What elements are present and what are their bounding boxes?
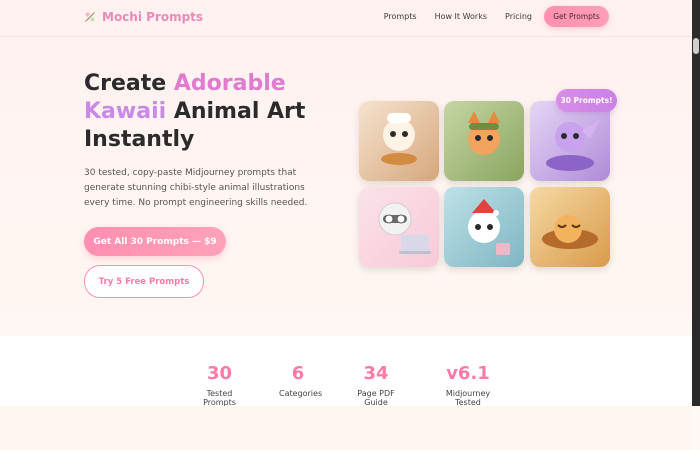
stat-value: 34	[363, 363, 389, 384]
stat-label: Tested Prompts	[203, 389, 236, 407]
chef-cat-illustration	[381, 113, 417, 165]
hero-title-part-3: Instantly	[84, 127, 195, 152]
purple-dragon-illustration	[546, 119, 600, 171]
hero-title-part-1: Create	[84, 71, 174, 96]
stat-label: Categories	[279, 389, 323, 398]
forest-fox-illustration	[468, 111, 500, 155]
try-free-prompts-button[interactable]: Try 5 Free Prompts	[84, 265, 204, 298]
mochi-icon	[85, 12, 95, 22]
stat-value: 30	[206, 363, 233, 384]
scrollbar-thumb[interactable]	[693, 38, 699, 54]
brand-logo[interactable]: Mochi Prompts	[84, 10, 203, 24]
hero-subtitle: 30 tested, copy-paste Midjourney prompts…	[84, 168, 308, 208]
stats-section: 30 Tested Prompts 6 Categories 34 Page P…	[0, 336, 692, 407]
gallery-tile-forest-fox[interactable]	[444, 101, 524, 181]
stat-categories: 6 Categories	[279, 336, 323, 398]
hero-title-accent-2: Kawaii	[84, 99, 167, 124]
gallery-tile-santa-bunny[interactable]	[444, 187, 524, 267]
vertical-scrollbar[interactable]	[692, 0, 700, 406]
buy-all-prompts-button[interactable]: Get All 30 Prompts — $9	[84, 227, 226, 256]
santa-bunny-illustration	[468, 199, 510, 255]
get-prompts-button[interactable]: Get Prompts	[544, 6, 609, 27]
nav-link-prompts[interactable]: Prompts	[384, 12, 417, 21]
top-nav: Mochi Prompts Prompts How It Works Prici…	[0, 0, 692, 37]
hero-title-part-2: Animal Art	[166, 99, 306, 124]
next-section-peek	[0, 406, 692, 450]
stat-label: Midjourney Tested	[445, 389, 491, 407]
art-gallery	[359, 101, 611, 269]
gallery-tile-sleeping-kitten[interactable]	[530, 187, 610, 267]
stat-label: Page PDF Guide	[357, 389, 395, 407]
gallery-tile-chef-cat[interactable]	[359, 101, 439, 181]
stat-value: 6	[291, 363, 305, 384]
gallery-tile-raccoon-laptop[interactable]	[359, 187, 439, 267]
nav-links: Prompts How It Works Pricing	[384, 12, 532, 21]
stat-value: v6.1	[446, 363, 490, 384]
hero-title: Create Adorable Kawaii Animal Art Instan…	[84, 70, 344, 154]
stat-page-pdf-guide: 34 Page PDF Guide	[346, 336, 406, 407]
sleeping-kitten-illustration	[542, 215, 598, 249]
gallery-tile-purple-dragon[interactable]	[530, 101, 610, 181]
page: Mochi Prompts Prompts How It Works Prici…	[0, 0, 692, 450]
prompts-count-badge: 30 Prompts!	[556, 89, 617, 112]
brand-name: Mochi Prompts	[102, 10, 204, 24]
hero-title-accent-1: Adorable	[173, 71, 286, 96]
nav-link-how-it-works[interactable]: How It Works	[435, 12, 487, 21]
stat-midjourney-tested: v6.1 Midjourney Tested	[436, 336, 500, 407]
nav-link-pricing[interactable]: Pricing	[505, 12, 532, 21]
stat-tested-prompts: 30 Tested Prompts	[192, 336, 247, 407]
raccoon-laptop-illustration	[378, 202, 431, 254]
